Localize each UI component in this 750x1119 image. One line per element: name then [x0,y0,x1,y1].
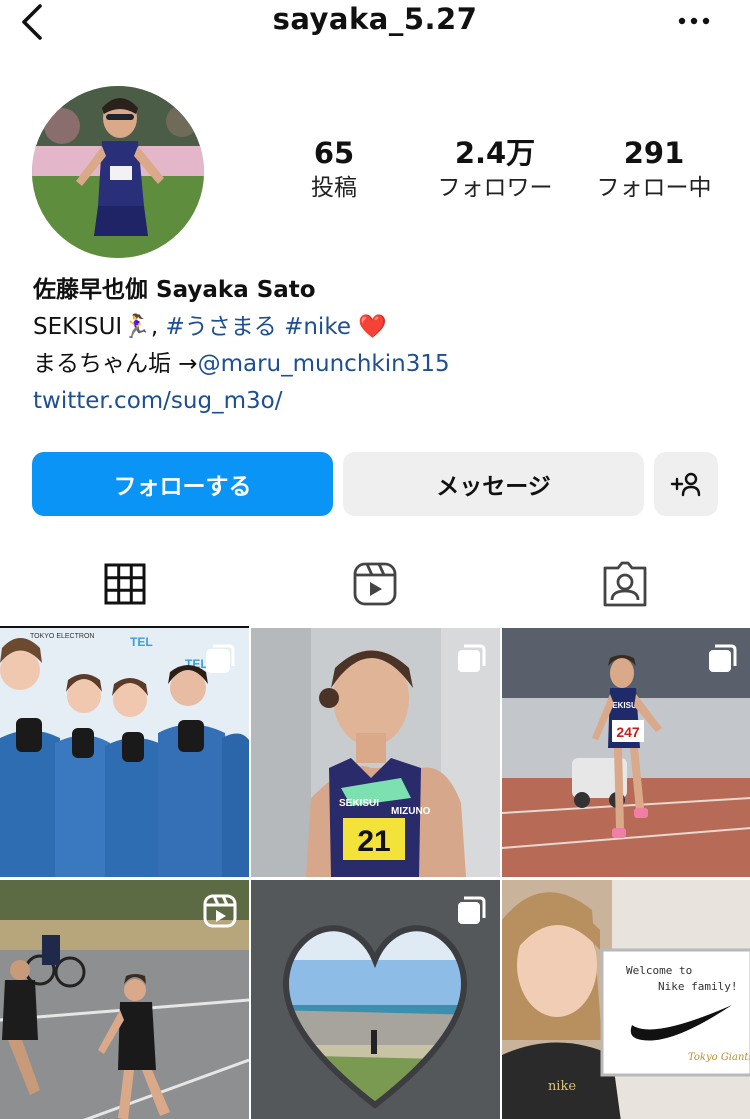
post-thumbnail[interactable]: TEL TEL TOKYO ELECTRON [0,628,249,877]
post-brand-text: MIZUNO [391,806,431,817]
reel-icon [203,894,237,928]
bio-line-2: まるちゃん垢 →@maru_munchkin315 [33,346,723,383]
post-bib-number: 21 [357,825,390,858]
carousel-icon [458,644,486,672]
bio-text: SEKISUI🏃‍♀️, [33,314,159,340]
carousel-icon [206,644,235,673]
bio-line-1: SEKISUI🏃‍♀️, #うさまる #nike ❤️ [33,309,723,346]
posts-count: 65 [313,136,355,170]
post-sign-text: Welcome to [626,964,692,977]
following-label: フォロー中 [596,175,712,201]
post-bib-number: 247 [616,724,640,740]
post-banner-text: TOKYO ELECTRON [30,633,94,640]
avatar-photo [32,86,204,258]
post-team-text: SEKISUI [339,798,379,809]
suggested-accounts-button[interactable] [654,452,718,516]
profile-bio: 佐藤早也伽 Sayaka Sato SEKISUI🏃‍♀️, #うさまる #ni… [33,272,723,420]
post-shirt-logo: nike [548,1079,576,1094]
following-count: 291 [623,136,685,170]
bio-text: まるちゃん垢 → [33,351,198,377]
carousel-icon [458,896,486,924]
post-thumbnail[interactable] [251,880,500,1119]
stat-posts[interactable]: 65 投稿 [288,134,380,204]
posts-grid: TEL TEL TOKYO ELECTRON 21 SEKISUI MIZUNO… [0,628,750,1119]
add-person-icon [670,472,701,497]
display-name: 佐藤早也伽 Sayaka Sato [33,277,316,303]
more-options-icon[interactable] [672,6,716,36]
post-thumbnail[interactable]: 247 SEKISUI [502,628,750,877]
post-photo: nike Welcome to Nike family! Tokyo Giant… [502,880,750,1119]
hashtag-link[interactable]: #nike [284,314,351,340]
post-logo-text: TEL [130,635,153,649]
post-thumbnail[interactable]: 21 SEKISUI MIZUNO [251,628,500,877]
post-sign-text: Tokyo Giants [688,1052,750,1063]
message-button[interactable]: メッセージ [343,452,644,516]
carousel-icon [709,644,737,672]
grid-tab-icon[interactable] [101,558,149,610]
followers-label: フォロワー [437,175,553,201]
stat-following[interactable]: 291 フォロー中 [580,134,728,204]
website-link[interactable]: twitter.com/sug_m3o/ [33,383,723,420]
mention-link[interactable]: @maru_munchkin315 [198,351,450,377]
profile-avatar[interactable] [32,86,204,258]
followers-count: 2.4万 [454,136,536,170]
reels-tab-icon[interactable] [351,558,399,610]
hashtag-link[interactable]: #うさまる [165,314,276,340]
follow-button[interactable]: フォローする [32,452,333,516]
posts-label: 投稿 [311,175,357,201]
tagged-tab-icon[interactable] [601,558,649,610]
post-sign-text: Nike family! [658,980,737,993]
heart-emoji: ❤️ [358,314,387,340]
post-thumbnail[interactable]: nike Welcome to Nike family! Tokyo Giant… [502,880,750,1119]
stat-followers[interactable]: 2.4万 フォロワー [420,134,570,204]
profile-username: sayaka_5.27 [272,2,478,36]
post-thumbnail[interactable] [0,880,249,1119]
top-bar: sayaka_5.27 [0,0,750,44]
